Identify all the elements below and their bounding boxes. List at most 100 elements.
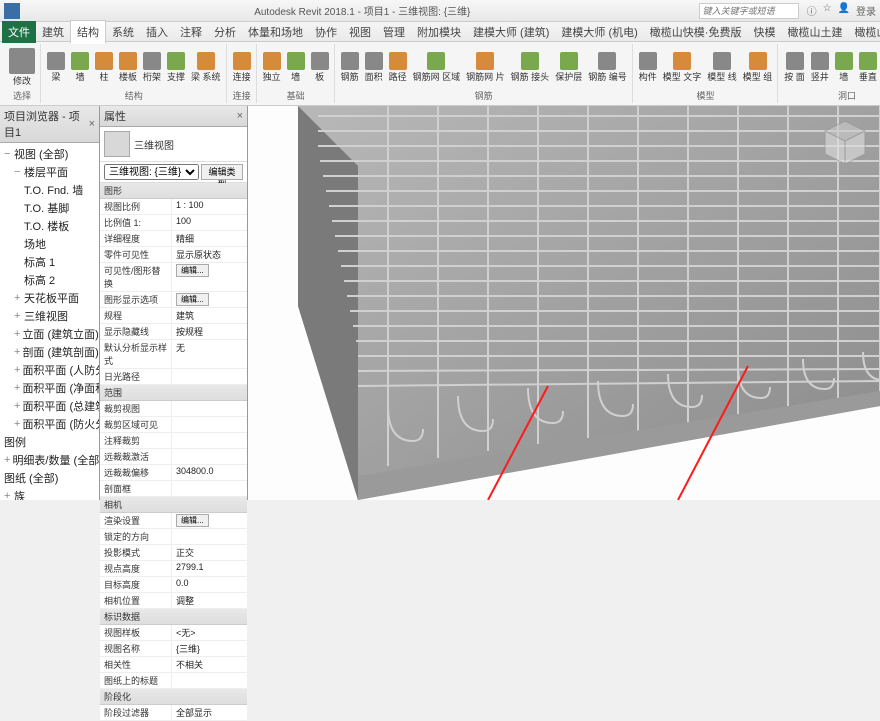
ribbon-钢筋网区域[interactable]: 钢筋网 区域 <box>411 51 463 84</box>
prop-row[interactable]: 日光路径 <box>100 369 247 385</box>
ribbon-模型文字[interactable]: 模型 文字 <box>661 51 704 84</box>
prop-row[interactable]: 目标高度0.0 <box>100 577 247 593</box>
ribbon-构件[interactable]: 构件 <box>637 51 659 84</box>
tab-11[interactable]: 建模大师 (建筑) <box>467 21 555 43</box>
prop-row[interactable]: 视图比例1 : 100 <box>100 199 247 215</box>
tree-node[interactable]: −楼层平面 <box>0 163 99 181</box>
tab-13[interactable]: 橄榄山快模·免费版 <box>644 21 748 43</box>
tree-node[interactable]: +面积平面 (人防分区面积) <box>0 361 99 379</box>
tree-node[interactable]: T.O. 基脚 <box>0 199 99 217</box>
tree-node[interactable]: 图例 <box>0 433 99 451</box>
ribbon-楼板[interactable]: 楼板 <box>117 51 139 84</box>
edit-type-button[interactable]: 编辑类型 <box>201 164 243 180</box>
ribbon-支撑[interactable]: 支撑 <box>165 51 187 84</box>
tree-node[interactable]: 标高 1 <box>0 253 99 271</box>
ribbon-模型组[interactable]: 模型 组 <box>741 51 775 84</box>
prop-row[interactable]: 图纸上的标题 <box>100 673 247 689</box>
prop-row[interactable]: 显示隐藏线按规程 <box>100 324 247 340</box>
tree-node[interactable]: +明细表/数量 (全部) <box>0 451 99 469</box>
tree-node[interactable]: −视图 (全部) <box>0 145 99 163</box>
prop-row[interactable]: 规程建筑 <box>100 308 247 324</box>
ribbon-梁[interactable]: 梁 <box>45 51 67 84</box>
ribbon-模型线[interactable]: 模型 线 <box>705 51 739 84</box>
tree-node[interactable]: +天花板平面 <box>0 289 99 307</box>
prop-row[interactable]: 注释裁剪 <box>100 433 247 449</box>
tab-2[interactable]: 系统 <box>106 21 140 43</box>
tab-12[interactable]: 建模大师 (机电) <box>555 21 643 43</box>
ribbon-梁系统[interactable]: 梁 系统 <box>189 51 223 84</box>
ribbon-修改[interactable]: 修改 <box>7 47 37 88</box>
prop-row[interactable]: 剖面框 <box>100 481 247 497</box>
login-label[interactable]: 登录 <box>856 3 876 18</box>
tab-14[interactable]: 快模 <box>747 21 781 43</box>
ribbon-按面[interactable]: 按 面 <box>782 51 807 84</box>
ribbon-墙[interactable]: 墙 <box>285 51 307 84</box>
tree-node[interactable]: +立面 (建筑立面) <box>0 325 99 343</box>
user-icon[interactable]: 👤 <box>838 3 850 18</box>
prop-row[interactable]: 远裁裁激活 <box>100 449 247 465</box>
tree-node[interactable]: T.O. Fnd. 墙 <box>0 181 99 199</box>
ribbon-钢筋编号[interactable]: 钢筋 编号 <box>586 51 629 84</box>
tree-node[interactable]: +三维视图 <box>0 307 99 325</box>
search-input[interactable] <box>699 3 799 19</box>
viewport-3d[interactable] <box>248 106 880 500</box>
tree-node[interactable]: T.O. 楼板 <box>0 217 99 235</box>
ribbon-保护层[interactable]: 保护层 <box>553 51 584 84</box>
tree-node[interactable]: +剖面 (建筑剖面) <box>0 343 99 361</box>
ribbon-墙[interactable]: 墙 <box>69 51 91 84</box>
tree-node[interactable]: 场地 <box>0 235 99 253</box>
ribbon-面积[interactable]: 面积 <box>363 51 385 84</box>
tree-node[interactable]: 图纸 (全部) <box>0 469 99 487</box>
prop-row[interactable]: 阶段过滤器全部显示 <box>100 705 247 721</box>
browser-tree[interactable]: −视图 (全部)−楼层平面T.O. Fnd. 墙T.O. 基脚T.O. 楼板场地… <box>0 143 99 500</box>
prop-row[interactable]: 视图名称{三维} <box>100 641 247 657</box>
tab-6[interactable]: 体量和场地 <box>242 21 309 43</box>
tree-node[interactable]: +族 <box>0 487 99 500</box>
ribbon-板[interactable]: 板 <box>309 51 331 84</box>
tab-4[interactable]: 注释 <box>174 21 208 43</box>
prop-row[interactable]: 远裁裁偏移304800.0 <box>100 465 247 481</box>
element-select[interactable]: 三维视图: {三维} <box>104 164 199 180</box>
ribbon-钢筋接头[interactable]: 钢筋 接头 <box>509 51 552 84</box>
prop-row[interactable]: 渲染设置编辑... <box>100 513 247 529</box>
prop-row[interactable]: 默认分析显示样式无 <box>100 340 247 369</box>
ribbon-桁架[interactable]: 桁架 <box>141 51 163 84</box>
tab-10[interactable]: 附加模块 <box>411 21 467 43</box>
tab-15[interactable]: 橄榄山土建 <box>781 21 848 43</box>
ribbon-独立[interactable]: 独立 <box>261 51 283 84</box>
tab-8[interactable]: 视图 <box>343 21 377 43</box>
tab-16[interactable]: 橄榄山机电 <box>848 21 880 43</box>
ribbon-柱[interactable]: 柱 <box>93 51 115 84</box>
prop-row[interactable]: 相关性不相关 <box>100 657 247 673</box>
ribbon-连接[interactable]: 连接 <box>231 51 253 84</box>
prop-row[interactable]: 裁剪区域可见 <box>100 417 247 433</box>
ribbon-竖井[interactable]: 竖井 <box>809 51 831 84</box>
tree-node[interactable]: +面积平面 (总建筑面积) <box>0 397 99 415</box>
ribbon-垂直[interactable]: 垂直 <box>857 51 879 84</box>
prop-row[interactable]: 图形显示选项编辑... <box>100 292 247 308</box>
viewcube[interactable] <box>820 116 870 166</box>
tree-node[interactable]: +面积平面 (净面积) <box>0 379 99 397</box>
close-icon[interactable]: × <box>89 118 95 130</box>
prop-row[interactable]: 裁剪视图 <box>100 401 247 417</box>
edit-button[interactable]: 编辑... <box>176 514 209 527</box>
close-icon[interactable]: × <box>237 110 243 122</box>
tab-file[interactable]: 文件 <box>2 21 36 43</box>
prop-row[interactable]: 零件可见性显示原状态 <box>100 247 247 263</box>
prop-row[interactable]: 可见性/图形替换编辑... <box>100 263 247 292</box>
prop-row[interactable]: 详细程度精细 <box>100 231 247 247</box>
ribbon-钢筋[interactable]: 钢筋 <box>339 51 361 84</box>
tab-7[interactable]: 协作 <box>309 21 343 43</box>
tree-node[interactable]: 标高 2 <box>0 271 99 289</box>
ribbon-墙[interactable]: 墙 <box>833 51 855 84</box>
prop-row[interactable]: 投影模式正交 <box>100 545 247 561</box>
tab-9[interactable]: 管理 <box>377 21 411 43</box>
tab-1[interactable]: 结构 <box>70 20 106 44</box>
tree-node[interactable]: +面积平面 (防火分区面积) <box>0 415 99 433</box>
tab-0[interactable]: 建筑 <box>36 21 70 43</box>
tab-3[interactable]: 插入 <box>140 21 174 43</box>
ribbon-钢筋网片[interactable]: 钢筋网 片 <box>464 51 507 84</box>
edit-button[interactable]: 编辑... <box>176 264 209 277</box>
prop-row[interactable]: 比例值 1:100 <box>100 215 247 231</box>
prop-row[interactable]: 视图样板<无> <box>100 625 247 641</box>
